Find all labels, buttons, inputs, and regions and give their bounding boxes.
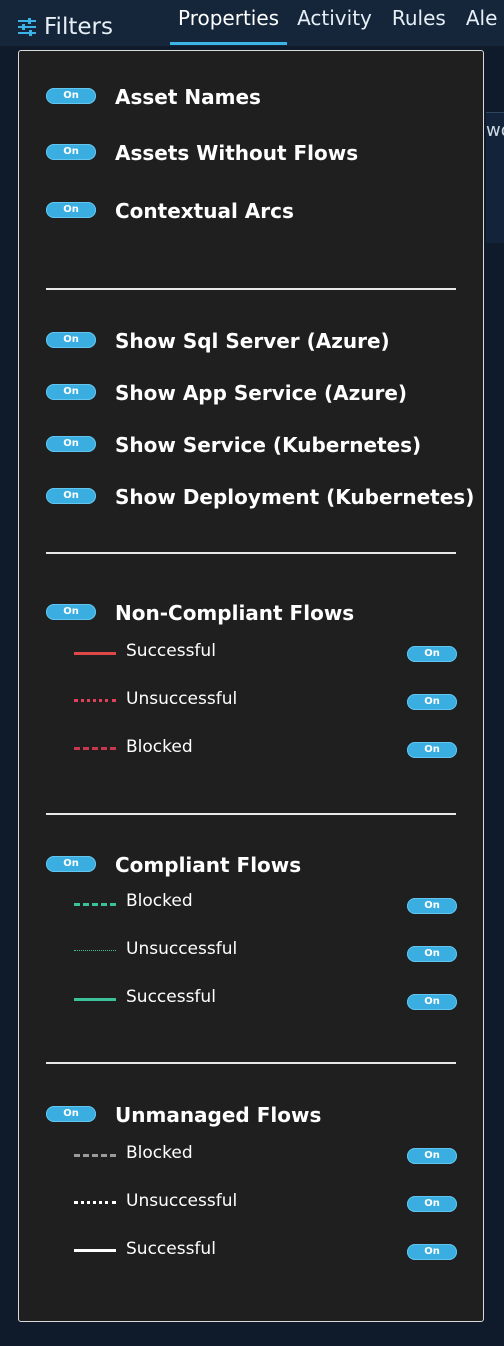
toggle-non-compliant-blocked[interactable]: On <box>407 742 457 758</box>
toggle-deployment[interactable]: On <box>46 488 96 504</box>
filter-label: Assets Without Flows <box>115 141 359 165</box>
toggle-text: On <box>424 900 440 911</box>
flow-type-label: Unsuccessful <box>126 689 238 709</box>
toggle-sql-server[interactable]: On <box>46 332 96 348</box>
dashed-line-legend <box>74 747 116 750</box>
dotted-line-legend <box>74 950 116 951</box>
toggle-text: On <box>424 948 440 959</box>
toggle-non-compliant-successful[interactable]: On <box>407 646 457 662</box>
divider <box>46 813 456 815</box>
toggle-compliant-successful[interactable]: On <box>407 994 457 1010</box>
filter-label: Asset Names <box>115 85 261 109</box>
toggle-text: On <box>63 386 79 397</box>
flow-type-label: Blocked <box>126 891 193 911</box>
background-panel-text: wo <box>486 120 504 141</box>
toggle-compliant-flows[interactable]: On <box>46 856 96 872</box>
toggle-unmanaged-unsuccessful[interactable]: On <box>407 1196 457 1212</box>
filter-group-label: Non-Compliant Flows <box>115 601 355 625</box>
filter-group-non-compliant: On Non-Compliant Flows <box>19 601 483 631</box>
solid-line-legend <box>74 652 116 655</box>
filter-group-label: Unmanaged Flows <box>115 1103 322 1127</box>
toggle-text: On <box>424 648 440 659</box>
flow-type-label: Successful <box>126 1239 216 1259</box>
toggle-text: On <box>424 744 440 755</box>
filter-group-compliant: On Compliant Flows <box>19 853 483 883</box>
toggle-app-service[interactable]: On <box>46 384 96 400</box>
flow-type-label: Successful <box>126 987 216 1007</box>
flow-type-label: Unsuccessful <box>126 1191 238 1211</box>
toggle-text: On <box>63 1108 79 1119</box>
toggle-unmanaged-successful[interactable]: On <box>407 1244 457 1260</box>
toggle-text: On <box>63 204 79 215</box>
filter-row-sql-server: On Show Sql Server (Azure) <box>19 329 483 359</box>
flow-type-label: Unsuccessful <box>126 939 238 959</box>
toggle-text: On <box>424 696 440 707</box>
flow-type-label: Blocked <box>126 737 193 757</box>
toggle-text: On <box>63 90 79 101</box>
toggle-service[interactable]: On <box>46 436 96 452</box>
toggle-non-compliant-unsuccessful[interactable]: On <box>407 694 457 710</box>
solid-line-legend <box>74 1249 116 1252</box>
toggle-text: On <box>63 334 79 345</box>
toggle-text: On <box>424 1150 440 1161</box>
filters-button[interactable]: Filters <box>16 14 113 40</box>
tab-properties[interactable]: Properties <box>170 0 288 45</box>
dotted-line-legend <box>74 1201 116 1204</box>
dotted-line-legend <box>74 699 116 702</box>
toggle-text: On <box>63 490 79 501</box>
dashed-line-legend <box>74 903 116 906</box>
solid-line-legend <box>74 998 116 1001</box>
filter-group-unmanaged: On Unmanaged Flows <box>19 1103 483 1133</box>
divider <box>46 552 456 554</box>
filter-row-asset-names: On Asset Names <box>19 85 483 115</box>
sliders-icon <box>16 16 38 38</box>
toggle-contextual-arcs[interactable]: On <box>46 202 96 218</box>
filter-label: Show App Service (Azure) <box>115 381 408 405</box>
filter-row-service: On Show Service (Kubernetes) <box>19 433 483 463</box>
filter-row-assets-without-flows: On Assets Without Flows <box>19 141 483 171</box>
filter-label: Show Deployment (Kubernetes) <box>115 485 475 509</box>
divider <box>46 1062 456 1064</box>
toggle-unmanaged-flows[interactable]: On <box>46 1106 96 1122</box>
filter-label: Show Sql Server (Azure) <box>115 329 390 353</box>
toggle-asset-names[interactable]: On <box>46 88 96 104</box>
toggle-text: On <box>424 1198 440 1209</box>
toggle-text: On <box>424 1246 440 1257</box>
flow-type-label: Blocked <box>126 1143 193 1163</box>
toggle-assets-without-flows[interactable]: On <box>46 144 96 160</box>
toggle-text: On <box>63 858 79 869</box>
toggle-compliant-blocked[interactable]: On <box>407 898 457 914</box>
filter-group-label: Compliant Flows <box>115 853 302 877</box>
toggle-text: On <box>424 996 440 1007</box>
filter-row-contextual-arcs: On Contextual Arcs <box>19 199 483 229</box>
tab-activity[interactable]: Activity <box>287 0 382 42</box>
toggle-compliant-unsuccessful[interactable]: On <box>407 946 457 962</box>
tab-bar: Properties Activity Rules Ale <box>170 0 504 45</box>
toggle-unmanaged-blocked[interactable]: On <box>407 1148 457 1164</box>
filter-row-app-service: On Show App Service (Azure) <box>19 381 483 411</box>
toggle-text: On <box>63 438 79 449</box>
toggle-text: On <box>63 146 79 157</box>
filters-label: Filters <box>44 14 113 40</box>
filter-row-deployment: On Show Deployment (Kubernetes) <box>19 485 483 515</box>
toggle-text: On <box>63 606 79 617</box>
filter-label: Contextual Arcs <box>115 199 294 223</box>
filters-panel: On Asset Names On Assets Without Flows O… <box>18 50 484 1322</box>
top-bar: Filters Properties Activity Rules Ale <box>0 0 504 46</box>
flow-type-label: Successful <box>126 641 216 661</box>
tab-rules[interactable]: Rules <box>382 0 456 42</box>
filter-label: Show Service (Kubernetes) <box>115 433 422 457</box>
tab-alerts[interactable]: Ale <box>456 0 504 42</box>
divider <box>46 288 456 290</box>
dashed-line-legend <box>74 1154 116 1157</box>
toggle-non-compliant-flows[interactable]: On <box>46 604 96 620</box>
